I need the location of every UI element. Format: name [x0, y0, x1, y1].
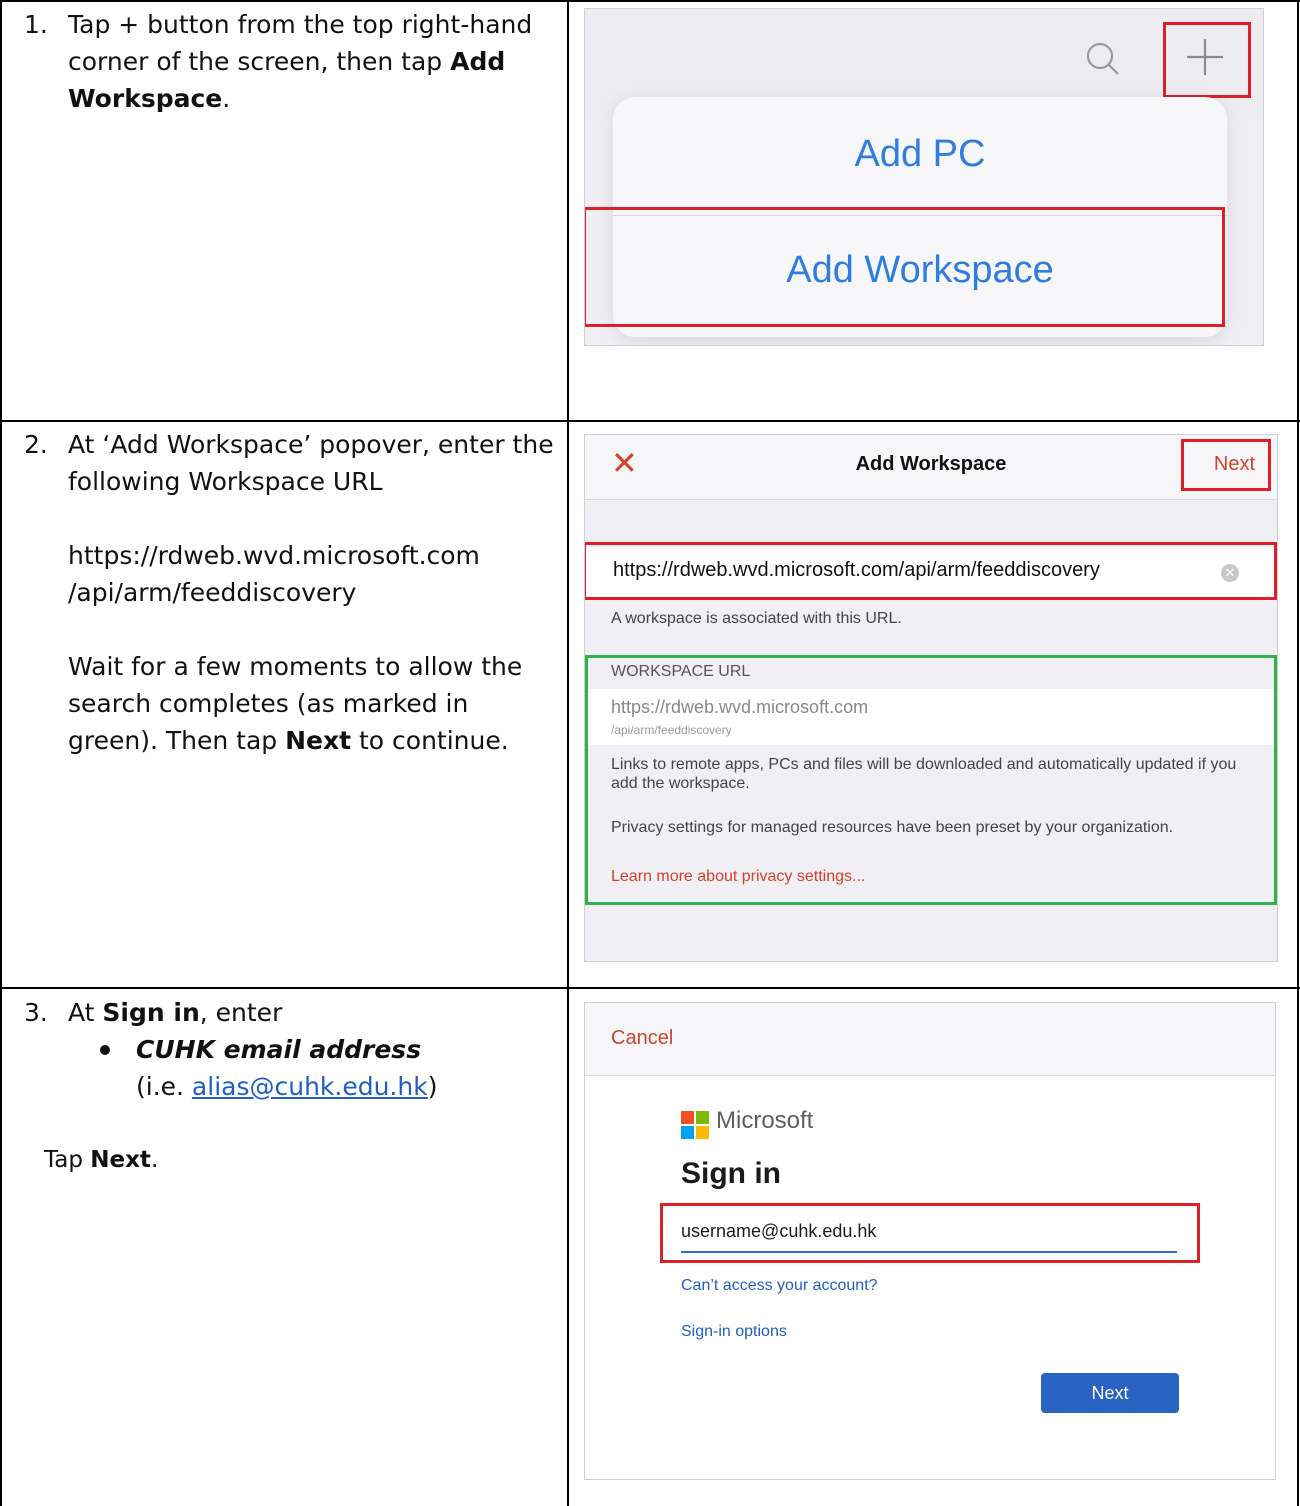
bullet-dot [100, 1045, 110, 1055]
step-3-paragraph: 3. At Sign in, enter [24, 994, 554, 1031]
step-1-number: 1. [24, 10, 48, 39]
email-field-highlight [660, 1203, 1200, 1263]
logo-square-red [681, 1111, 694, 1124]
table-border-left [0, 0, 2, 1506]
next-button-highlight [1181, 439, 1271, 491]
step-3-bullet-text: CUHK email address [136, 1035, 422, 1064]
logo-square-blue [681, 1126, 694, 1139]
step-3-text: 3. At Sign in, enter CUHK email address … [24, 994, 554, 1179]
step-1-text: 1. Tap + button from the top right-hand … [24, 6, 544, 117]
step-2-number: 2. [24, 430, 48, 459]
sign-in-header [585, 1003, 1275, 1076]
step-3-bullet: CUHK email address [68, 1031, 554, 1068]
step-3-at-bold: Sign in [102, 998, 200, 1027]
add-workspace-screenshot: ✕ Add Workspace Next https://rdweb.wvd.m… [584, 434, 1278, 962]
sign-in-screenshot: Cancel Microsoft Sign in username@cuhk.e… [584, 1002, 1276, 1480]
logo-square-green [696, 1111, 709, 1124]
logo-square-yellow [696, 1126, 709, 1139]
step-3-example: (i.e. alias@cuhk.edu.hk) [24, 1068, 554, 1105]
url-status-note: A workspace is associated with this URL. [611, 610, 902, 627]
cancel-button[interactable]: Cancel [611, 1027, 673, 1050]
url-input-highlight [585, 542, 1277, 600]
step-3-tap: Tap Next. [24, 1142, 554, 1179]
search-result-highlight [585, 655, 1277, 905]
sign-in-options-link[interactable]: Sign-in options [681, 1323, 787, 1341]
cant-access-account-link[interactable]: Can’t access your account? [681, 1277, 878, 1295]
step-3-tap-a: Tap [44, 1147, 91, 1173]
search-icon[interactable] [1083, 39, 1123, 79]
step-3-at: At [68, 998, 103, 1027]
step-1-paragraph: 1. Tap + button from the top right-hand … [24, 6, 544, 117]
step-1-text-b: . [222, 84, 231, 113]
plus-button-highlight [1163, 22, 1251, 98]
step-3-at-b: , enter [199, 998, 283, 1027]
next-button[interactable]: Next [1041, 1373, 1179, 1413]
add-workspace-highlight [585, 207, 1225, 327]
microsoft-brand-text: Microsoft [716, 1107, 814, 1134]
menu-item-add-pc[interactable]: Add PC [613, 133, 1227, 176]
step-3-tap-bold: Next [90, 1147, 151, 1173]
step-2-wait-b: to continue. [351, 726, 509, 755]
step-2-paragraph: 2. At ‘Add Workspace’ popover, enter the… [24, 426, 554, 759]
step-2-url-line2: /api/arm/feeddiscovery [68, 578, 357, 607]
step-2-wait: Wait for a few moments to allow the sear… [68, 648, 554, 759]
microsoft-logo-icon [681, 1111, 709, 1139]
step-3-number: 3. [24, 998, 48, 1027]
step-3-ie-a: (i.e. [136, 1072, 192, 1101]
table-divider-row-1 [0, 420, 1300, 422]
step-2-text: 2. At ‘Add Workspace’ popover, enter the… [24, 426, 554, 759]
sign-in-heading: Sign in [681, 1157, 781, 1190]
step-3-tap-b: . [150, 1147, 159, 1173]
table-divider-row-2 [0, 987, 1300, 989]
step-3-ie-b: ) [427, 1072, 438, 1101]
step-2-url-line1: https://rdweb.wvd.microsoft.com [68, 541, 480, 570]
email-example-link[interactable]: alias@cuhk.edu.hk [192, 1072, 428, 1101]
add-menu-screenshot: Add PC Add Workspace [584, 8, 1264, 346]
step-2-line1: At ‘Add Workspace’ popover, enter the fo… [68, 430, 554, 496]
popover-title: Add Workspace [855, 453, 1007, 475]
step-2-wait-bold: Next [285, 726, 352, 755]
table-border-top [0, 0, 1300, 2]
table-border-right [1297, 0, 1299, 1506]
table-divider-column [567, 0, 569, 1506]
